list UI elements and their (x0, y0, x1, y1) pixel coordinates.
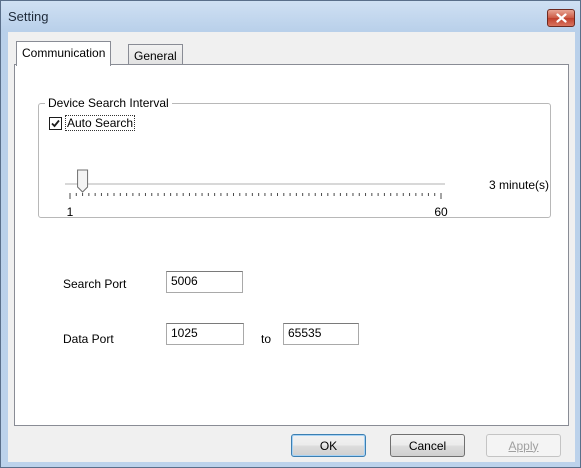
dialog-client-area: Communication General Device Search Inte… (8, 32, 575, 462)
apply-button-label: Apply (508, 438, 539, 453)
slider-thumb (77, 169, 89, 193)
cancel-button-label: Cancel (408, 438, 447, 453)
data-port-to-label: to (261, 332, 272, 346)
tab-general[interactable]: General (128, 44, 183, 66)
tab-communication-label: Communication (22, 46, 106, 60)
close-icon (555, 13, 567, 23)
slider-ticks (69, 193, 442, 199)
cancel-button[interactable]: Cancel (390, 434, 465, 457)
ok-button-label: OK (319, 438, 338, 453)
settings-dialog: Setting Communication General Device Sea… (0, 0, 581, 468)
search-port-input[interactable]: 5006 (166, 271, 243, 293)
title-bar[interactable]: Setting (1, 1, 580, 32)
slider-min-label: 1 (67, 205, 74, 219)
search-port-label: Search Port (63, 277, 127, 291)
data-port-label: Data Port (63, 332, 114, 346)
interval-value-text: 3 minute(s) (489, 178, 549, 192)
data-port-to-input[interactable]: 65535 (283, 323, 359, 345)
tab-panel-communication: Device Search Interval Auto Search 1 60 … (14, 64, 569, 426)
search-interval-slider[interactable]: 1 60 3 minute(s) (39, 104, 552, 219)
close-button[interactable] (547, 9, 575, 27)
tab-general-label: General (134, 49, 177, 63)
slider-max-label: 60 (434, 205, 448, 219)
device-search-group: Device Search Interval Auto Search 1 60 … (38, 96, 552, 219)
apply-button[interactable]: Apply (486, 434, 561, 457)
window-title: Setting (8, 9, 49, 24)
data-port-from-input[interactable]: 1025 (166, 323, 244, 345)
tab-communication[interactable]: Communication (16, 41, 112, 66)
ok-button[interactable]: OK (291, 434, 366, 457)
